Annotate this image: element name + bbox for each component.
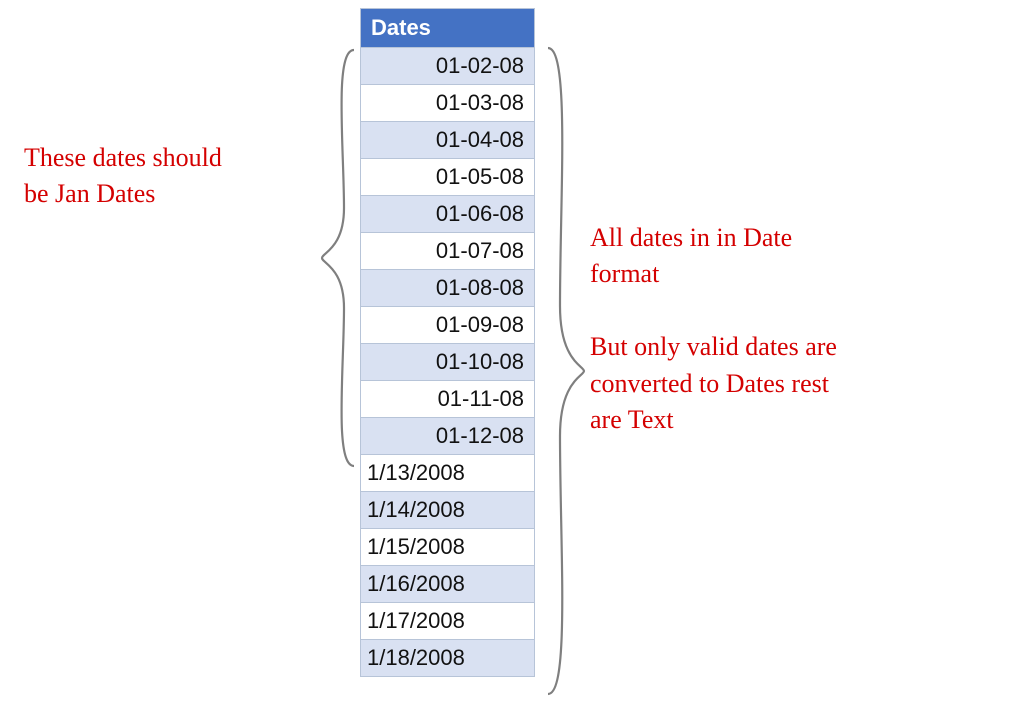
left-brace-icon (318, 48, 358, 468)
right-brace-icon (538, 46, 586, 696)
table-row: 01-06-08 (361, 196, 535, 233)
table-row: 01-10-08 (361, 344, 535, 381)
table-row: 01-11-08 (361, 381, 535, 418)
date-cell: 01-11-08 (361, 381, 535, 418)
date-cell: 1/17/2008 (361, 603, 535, 640)
date-cell: 01-03-08 (361, 85, 535, 122)
date-cell: 01-07-08 (361, 233, 535, 270)
date-cell: 1/13/2008 (361, 455, 535, 492)
table-row: 1/18/2008 (361, 640, 535, 677)
date-cell: 1/15/2008 (361, 529, 535, 566)
date-cell: 01-02-08 (361, 48, 535, 85)
table-row: 01-03-08 (361, 85, 535, 122)
date-cell: 01-08-08 (361, 270, 535, 307)
table-row: 01-08-08 (361, 270, 535, 307)
table-row: 01-07-08 (361, 233, 535, 270)
date-cell: 1/18/2008 (361, 640, 535, 677)
table-row: 01-12-08 (361, 418, 535, 455)
date-cell: 01-06-08 (361, 196, 535, 233)
date-cell: 01-05-08 (361, 159, 535, 196)
table-row: 1/13/2008 (361, 455, 535, 492)
table-row: 1/17/2008 (361, 603, 535, 640)
table-row: 01-09-08 (361, 307, 535, 344)
table-row: 01-04-08 (361, 122, 535, 159)
date-cell: 1/16/2008 (361, 566, 535, 603)
annotation-left: These dates should be Jan Dates (24, 140, 324, 213)
date-cell: 01-12-08 (361, 418, 535, 455)
annotation-right: All dates in in Date format But only val… (590, 220, 990, 438)
table-row: 01-02-08 (361, 48, 535, 85)
table-row: 1/14/2008 (361, 492, 535, 529)
table-row: 1/16/2008 (361, 566, 535, 603)
table-row: 01-05-08 (361, 159, 535, 196)
date-cell: 01-04-08 (361, 122, 535, 159)
date-cell: 01-10-08 (361, 344, 535, 381)
table-row: 1/15/2008 (361, 529, 535, 566)
date-cell: 01-09-08 (361, 307, 535, 344)
dates-column-header: Dates (361, 9, 535, 48)
dates-table: Dates 01-02-0801-03-0801-04-0801-05-0801… (360, 8, 535, 677)
date-cell: 1/14/2008 (361, 492, 535, 529)
